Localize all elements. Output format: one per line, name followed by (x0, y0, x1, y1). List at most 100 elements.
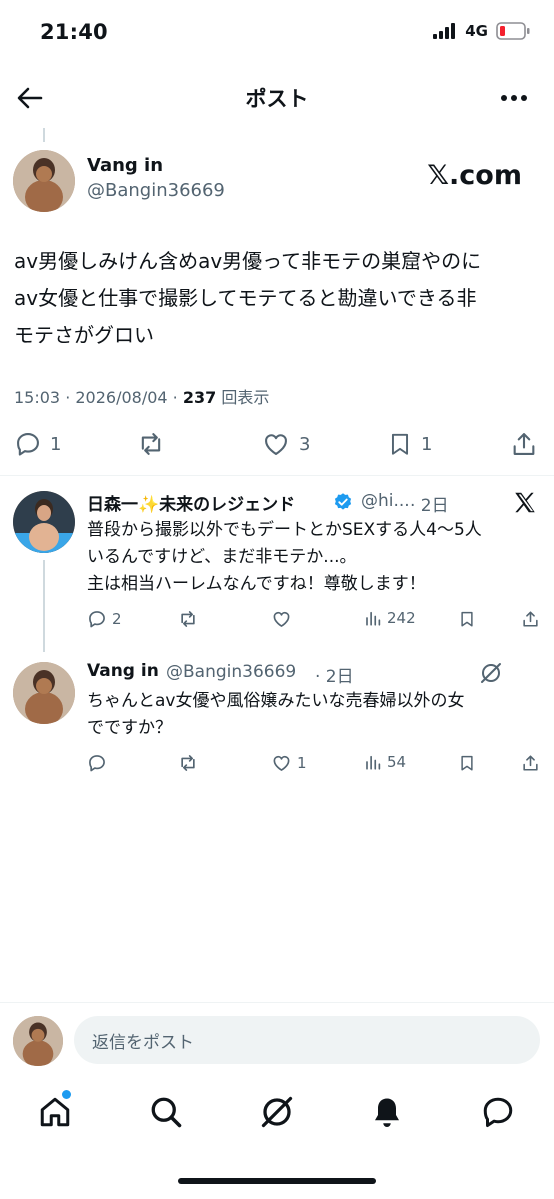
share-button[interactable] (510, 430, 538, 458)
divider (0, 475, 554, 476)
views-button[interactable]: 54 (364, 753, 406, 771)
grok-icon (479, 661, 503, 685)
more-options-button[interactable] (500, 94, 528, 102)
bookmark-count: 1 (421, 433, 433, 455)
reply-author-name[interactable]: 日森一✨未来のレジェンド (87, 490, 295, 515)
page-title: ポスト (245, 87, 309, 111)
bookmark-icon (461, 755, 473, 771)
repost-button[interactable] (177, 753, 199, 773)
bookmark-button[interactable] (458, 609, 476, 629)
post-timestamp: 15:03 · 2026/08/04 · (14, 388, 183, 407)
home-icon (40, 1097, 70, 1127)
views-button[interactable]: 242 (364, 609, 416, 627)
analytics-icon (366, 755, 381, 770)
reply-count: 2 (112, 610, 122, 628)
share-icon (523, 611, 538, 627)
more-icon (501, 95, 527, 101)
bookmark-icon (461, 611, 473, 627)
reply-text: ちゃんとav女優や風俗嬢みたいな売春婦以外の女 でですか？ (87, 688, 547, 742)
heart-icon (265, 434, 287, 455)
status-time: 21:40 (40, 20, 108, 44)
home-indicator (178, 1178, 376, 1184)
repost-button[interactable] (177, 609, 199, 629)
reply-count: 1 (50, 433, 62, 455)
post-author-name[interactable]: Vang in (87, 155, 163, 176)
tab-search[interactable] (148, 1094, 184, 1130)
reply-compose-input[interactable]: 返信をポスト (74, 1016, 540, 1064)
views-count: 242 (387, 609, 416, 627)
like-button[interactable]: 3 (261, 430, 310, 458)
reply-author-name[interactable]: Vang in (87, 661, 159, 681)
compose-placeholder: 返信をポスト (92, 1032, 194, 1053)
thread-connector (43, 128, 45, 142)
avatar-photo (13, 491, 75, 553)
like-button[interactable] (271, 609, 292, 629)
reply-text-line: 普段から撮影以外でもデートとかSEXする人4〜5人 (87, 520, 482, 540)
heart-icon (273, 755, 290, 771)
reply-author-handle[interactable]: @hi... (361, 491, 410, 511)
tab-home[interactable] (37, 1094, 73, 1130)
bell-icon (375, 1098, 399, 1127)
like-count: 3 (299, 433, 311, 455)
verified-badge-icon (333, 492, 353, 512)
reply-text-line: いるんですけど、まだ非モテか...。 (87, 547, 357, 567)
post-text-line: av男優しみけん含めav男優って非モテの巣窟やのに (14, 249, 482, 273)
post-meta: 15:03 · 2026/08/04 · 237 回表示 (14, 384, 269, 408)
reply-author-handle[interactable]: @Bangin36669 (166, 662, 296, 682)
avatar[interactable] (13, 491, 75, 553)
avatar[interactable] (13, 1016, 63, 1066)
views-label: 回表示 (216, 388, 270, 407)
share-button[interactable] (521, 753, 540, 773)
analytics-icon (366, 611, 381, 626)
x-logo-icon (512, 490, 538, 516)
bookmark-icon (391, 433, 409, 455)
tab-messages[interactable] (480, 1094, 516, 1130)
bookmark-button[interactable]: 1 (387, 430, 432, 458)
reply-button[interactable] (87, 753, 107, 773)
reply-time: · 2日 (315, 667, 354, 687)
reply-text: 普段から撮影以外でもデートとかSEXする人4〜5人 いるんですけど、まだ非モテか… (87, 517, 547, 598)
divider (0, 1002, 554, 1003)
heart-icon (273, 611, 290, 627)
avatar[interactable] (13, 150, 75, 212)
repost-button[interactable] (136, 430, 166, 458)
status-icons: 4G (433, 22, 530, 40)
tab-grok[interactable] (259, 1094, 295, 1130)
views-count: 237 (182, 388, 217, 407)
reply-text-line: 主は相当ハーレムなんですね！尊敬します！ (87, 574, 426, 594)
post-author-handle[interactable]: @Bangin36669 (87, 180, 225, 201)
avatar-photo (13, 150, 75, 212)
repost-icon (141, 433, 161, 455)
share-button[interactable] (521, 609, 540, 629)
repost-icon (181, 611, 195, 627)
tab-notifications[interactable] (369, 1094, 405, 1130)
notification-dot (62, 1090, 71, 1099)
network-label: 4G (465, 22, 488, 40)
grok-icon (261, 1096, 293, 1128)
like-count: 1 (297, 754, 307, 772)
search-icon (151, 1097, 182, 1128)
reply-button[interactable]: 2 (87, 609, 122, 629)
avatar[interactable] (13, 662, 75, 724)
post-text-line: モテさがグロい (14, 323, 154, 347)
avatar-photo (13, 1016, 63, 1066)
reply-time: · 2日 (410, 496, 449, 516)
bookmark-button[interactable] (458, 753, 476, 773)
brand-label: 𝕏.com (427, 160, 522, 191)
reply-button[interactable]: 1 (14, 430, 61, 458)
reply-text-line: でですか？ (87, 718, 172, 738)
post-text-line: av女優と仕事で撮影してモテてると勘違いできる非 (14, 286, 477, 310)
reply-icon (17, 433, 39, 456)
signal-icon (433, 23, 456, 39)
views-count: 54 (387, 753, 407, 771)
like-button[interactable]: 1 (271, 753, 307, 773)
message-icon (483, 1097, 513, 1127)
repost-icon (181, 755, 195, 771)
reply-icon (89, 755, 105, 772)
avatar-photo (13, 662, 75, 724)
reply-icon (89, 611, 105, 628)
reply-text-line: ちゃんとav女優や風俗嬢みたいな売春婦以外の女 (87, 691, 465, 711)
battery-icon (496, 22, 530, 40)
thread-connector (43, 560, 45, 652)
share-icon (513, 433, 535, 455)
